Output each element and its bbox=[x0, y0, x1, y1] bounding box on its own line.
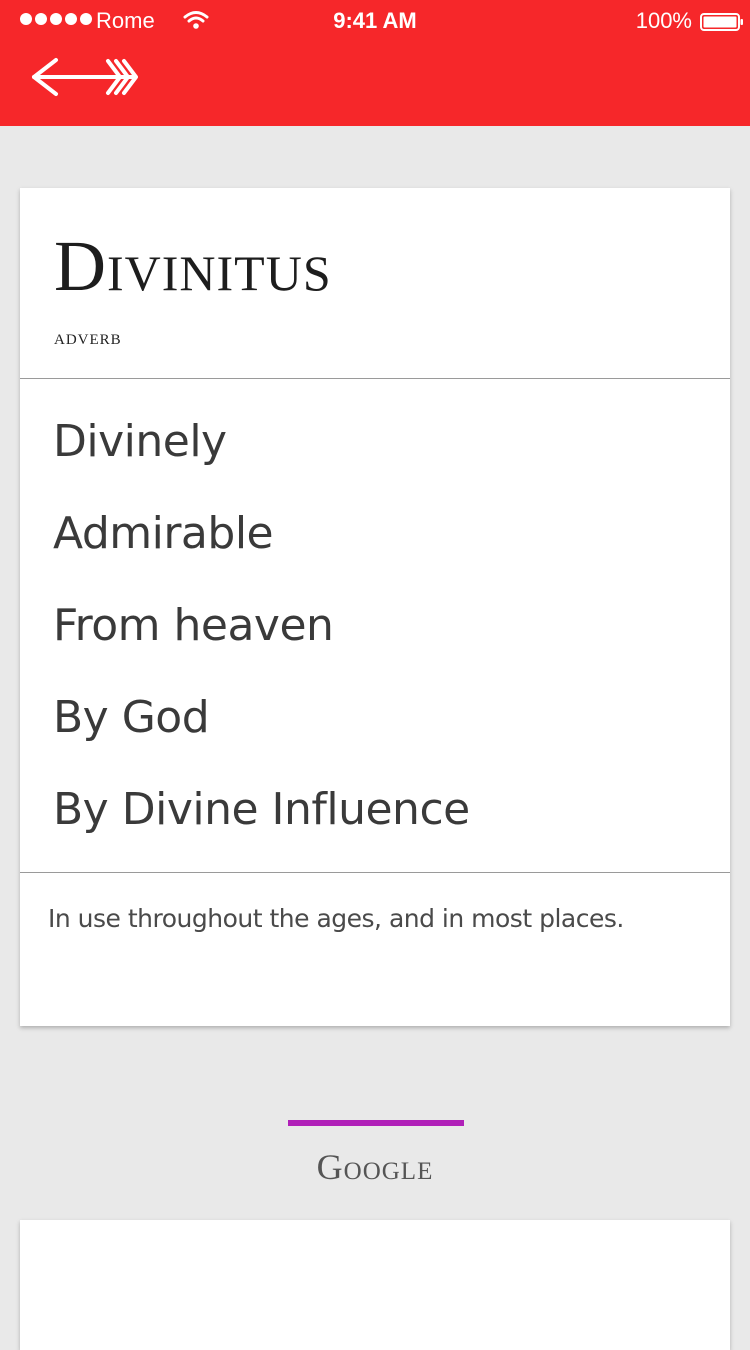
word-title: Divinitus bbox=[54, 226, 332, 306]
status-bar: Rome 9:41 AM 100% bbox=[0, 0, 750, 40]
meaning-item: Divinely bbox=[53, 416, 227, 467]
app-header: Rome 9:41 AM 100% bbox=[0, 0, 750, 126]
battery-percentage: 100% bbox=[635, 8, 692, 33]
divider bbox=[20, 872, 730, 873]
usage-note: In use throughout the ages, and in most … bbox=[48, 904, 624, 933]
definition-card: Divinitus adverb Divinely Admirable From… bbox=[20, 188, 730, 1026]
battery-icon bbox=[700, 11, 744, 31]
meaning-item: Admirable bbox=[53, 508, 274, 559]
divider bbox=[20, 378, 730, 379]
google-section-title: Google bbox=[316, 1147, 434, 1187]
meaning-item: From heaven bbox=[53, 600, 334, 651]
meaning-item: By Divine Influence bbox=[53, 784, 470, 835]
back-button[interactable] bbox=[30, 56, 140, 98]
arrow-left-icon bbox=[32, 58, 138, 96]
meanings-list: Divinely Admirable From heaven By God By… bbox=[53, 404, 470, 864]
section-accent-bar bbox=[288, 1120, 464, 1126]
google-results-card bbox=[20, 1220, 730, 1350]
meaning-item: By God bbox=[53, 692, 210, 743]
part-of-speech: adverb bbox=[54, 324, 122, 349]
